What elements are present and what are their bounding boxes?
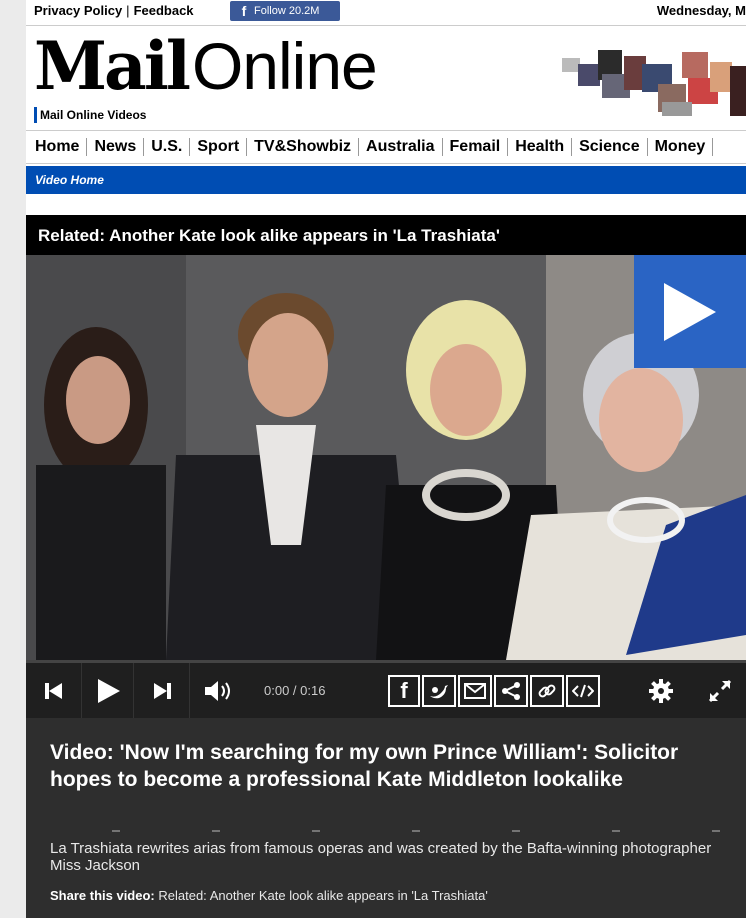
play-icon	[664, 283, 716, 341]
facebook-share-button[interactable]: f	[388, 675, 420, 707]
nav-item-home[interactable]: Home	[26, 138, 88, 156]
video-title: Video: 'Now I'm searching for my own Pri…	[50, 741, 679, 791]
next-button[interactable]	[134, 663, 190, 718]
play-button[interactable]	[82, 663, 134, 718]
follow-count: Follow 20.2M	[254, 5, 320, 17]
email-share-button[interactable]	[458, 675, 492, 707]
fullscreen-button[interactable]	[694, 663, 746, 718]
video-caption-panel: Video: 'Now I'm searching for my own Pri…	[26, 718, 746, 918]
nav-item-health[interactable]: Health	[508, 138, 573, 156]
twitter-share-button[interactable]	[422, 675, 456, 707]
divider	[26, 25, 746, 26]
skip-forward-icon	[153, 682, 171, 699]
celebrity-collage-image	[562, 50, 746, 116]
nav-item-news[interactable]: News	[87, 138, 145, 156]
privacy-policy-link[interactable]: Privacy Policy	[34, 3, 122, 18]
logo-mail: Mail	[34, 27, 191, 105]
share-line: Share this video: Related: Another Kate …	[50, 888, 488, 903]
player-controls: 0:00 / 0:16 f	[26, 660, 746, 718]
logo-online: Online	[191, 29, 378, 103]
share-related-link[interactable]: Related: Another Kate look alike appears…	[158, 888, 487, 903]
embed-button[interactable]	[566, 675, 600, 707]
separator: |	[126, 3, 130, 18]
nav-item-science[interactable]: Science	[572, 138, 648, 156]
top-bar: Privacy Policy | Feedback f Follow 20.2M W…	[34, 0, 746, 24]
facebook-follow-button[interactable]: f Follow 20.2M	[230, 1, 340, 21]
big-play-button[interactable]	[634, 255, 746, 368]
skip-back-icon	[44, 682, 62, 699]
embed-code-icon	[572, 684, 594, 698]
sub-nav: Video Home	[26, 166, 746, 194]
facebook-icon: f	[241, 3, 247, 19]
decorative-dashes	[112, 830, 722, 832]
related-video-title[interactable]: Related: Another Kate look alike appears…	[26, 215, 746, 255]
share-icon	[502, 682, 520, 700]
nav-item-australia[interactable]: Australia	[359, 138, 443, 156]
video-frame[interactable]	[26, 255, 746, 660]
twitter-icon	[430, 685, 448, 699]
email-icon	[464, 683, 486, 699]
facebook-icon: f	[400, 678, 408, 703]
video-description: La Trashiata rewrites arias from famous …	[50, 840, 712, 874]
mail-online-videos-label[interactable]: Mail Online Videos	[34, 107, 146, 123]
gear-icon	[649, 678, 673, 703]
mailonline-logo[interactable]: Mail Online	[34, 27, 378, 105]
share-button[interactable]	[494, 675, 528, 707]
play-icon	[97, 678, 120, 703]
settings-button[interactable]	[636, 663, 686, 718]
fullscreen-icon	[708, 679, 732, 702]
video-home-link[interactable]: Video Home	[35, 173, 104, 187]
nav-item-money[interactable]: Money	[648, 138, 714, 156]
time-display: 0:00 / 0:16	[264, 683, 326, 698]
previous-button[interactable]	[26, 663, 82, 718]
nav-item-tvshowbiz[interactable]: TV&Showbiz	[247, 138, 360, 156]
feedback-link[interactable]: Feedback	[134, 3, 194, 18]
nav-item-femail[interactable]: Femail	[443, 138, 509, 156]
main-nav: Home News U.S. Sport TV&Showbiz Australi…	[26, 130, 746, 164]
link-icon	[538, 684, 556, 698]
volume-icon	[205, 680, 230, 701]
nav-item-us[interactable]: U.S.	[144, 138, 191, 156]
copy-link-button[interactable]	[530, 675, 564, 707]
nav-item-sport[interactable]: Sport	[190, 138, 248, 156]
share-label: Share this video:	[50, 888, 155, 903]
volume-button[interactable]	[190, 663, 250, 718]
current-date: Wednesday, M	[656, 3, 746, 18]
